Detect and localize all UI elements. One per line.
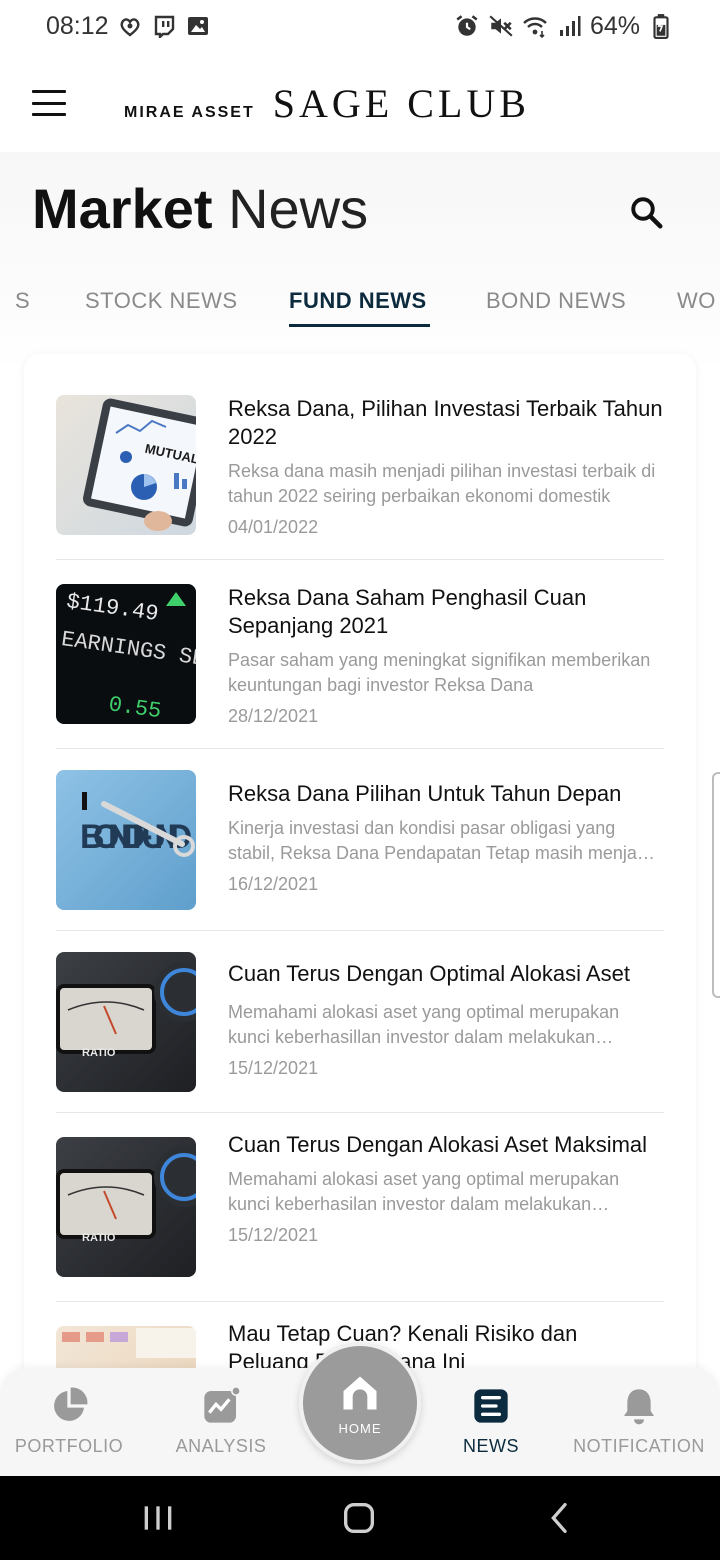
home-label: HOME [338,1420,382,1436]
active-tab-indicator [289,324,430,327]
thumb-text: EARNINGS SEASON [60,627,196,679]
nav-label: PORTFOLIO [14,1436,124,1456]
news-thumbnail: RATIO [56,1137,196,1277]
page-title-bold: Market [32,177,213,240]
news-thumbnail: MUTUAL FUNDS [56,395,196,535]
news-title: Reksa Dana Pilihan Untuk Tahun Depan [228,781,622,806]
nav-news[interactable]: NEWS [452,1386,530,1457]
search-icon[interactable] [628,194,664,230]
news-title: Reksa Dana, Pilihan Investasi Terbaik Ta… [228,396,663,449]
news-date: 15/12/2021 [228,1058,319,1078]
twitch-notification-icon [151,13,177,39]
news-item[interactable]: RATIO Cuan Terus Dengan Alokasi Aset Mak… [56,1132,664,1277]
news-thumbnail: BOND FUND [56,770,196,910]
page-title: Market News [32,176,368,241]
alarm-icon [454,13,480,39]
svg-text:0.55: 0.55 [107,692,163,724]
news-tabs: S STOCK NEWS FUND NEWS BOND NEWS WO [0,282,720,332]
menu-icon[interactable] [32,90,66,116]
battery-charging-icon [648,13,674,39]
wifi-icon [522,13,548,39]
home-icon [343,1376,377,1409]
tab-bond-news[interactable]: BOND NEWS [486,288,626,314]
news-summary: Memahami alokasi aset yang optimal merup… [228,1002,620,1047]
news-icon [471,1386,511,1426]
news-list-card: MUTUAL FUNDS Reksa Dana, Pilihan Investa… [24,354,696,1384]
battery-percent: 64% [589,11,640,40]
divider [56,1112,664,1113]
status-time: 08:12 [46,11,109,40]
nav-label: ANALYSIS [175,1436,267,1456]
analysis-chart-icon [201,1386,241,1426]
news-title: Cuan Terus Dengan Optimal Alokasi Aset [228,961,630,986]
news-text: Cuan Terus Dengan Alokasi Aset Maksimal … [228,1131,664,1246]
divider [56,559,664,560]
nav-label: NEWS [463,1436,519,1456]
brand-small: MIRAE ASSET [124,104,255,121]
news-date: 28/12/2021 [228,706,319,726]
status-right: 64% [454,12,674,41]
brand-logo: MIRAE ASSET SAGE CLUB [124,80,530,127]
signal-icon [556,13,582,39]
news-title: Reksa Dana Saham Penghasil Cuan Sepanjan… [228,585,587,638]
hearts-notification-icon [117,13,143,39]
news-item[interactable]: $119.49 EARNINGS SEASON 0.55 Reksa Dana … [56,584,664,727]
home-system-icon[interactable] [339,1498,379,1538]
news-item[interactable]: BOND FUND Reksa Dana Pilihan Untuk Tahun… [56,770,664,910]
scroll-indicator[interactable] [712,772,720,998]
divider [56,1301,664,1302]
news-text: Reksa Dana Pilihan Untuk Tahun Depan Kin… [228,780,664,895]
app-header: MIRAE ASSET SAGE CLUB [0,52,720,152]
thumb-number: $119.49 [65,589,160,627]
bell-icon [619,1386,659,1426]
news-thumbnail: RATIO [56,952,196,1092]
mute-icon [488,13,514,39]
thumb-text: RATIO [82,1047,116,1059]
news-date: 04/01/2022 [228,517,319,537]
nav-analysis[interactable]: ANALYSIS [170,1386,272,1457]
divider [56,748,664,749]
system-nav-bar [0,1476,720,1560]
news-summary: Pasar saham yang meningkat signifikan me… [228,650,651,695]
recent-apps-icon[interactable] [138,1498,178,1538]
news-title: Cuan Terus Dengan Alokasi Aset Maksimal [228,1132,648,1157]
divider [56,930,664,931]
gallery-notification-icon [185,13,211,39]
news-summary: Memahami alokasi aset yang optimal merup… [228,1169,620,1214]
tab-stock-news[interactable]: STOCK NEWS [85,288,238,314]
status-bar: 08:12 64% [0,0,720,52]
tab-fund-news[interactable]: FUND NEWS [289,288,427,314]
news-text: Cuan Terus Dengan Optimal Alokasi Aset M… [228,960,664,1079]
news-item[interactable]: MUTUAL FUNDS Reksa Dana, Pilihan Investa… [56,395,664,538]
news-date: 15/12/2021 [228,1225,319,1245]
news-summary: Kinerja investasi dan kondisi pasar obli… [228,818,651,863]
news-text: Reksa Dana, Pilihan Investasi Terbaik Ta… [228,395,664,538]
pie-chart-icon [49,1386,89,1426]
home-button[interactable]: HOME [299,1342,421,1464]
nav-label: NOTIFICATION [573,1436,705,1456]
tab-partial-right[interactable]: WO [677,288,716,314]
back-icon[interactable] [540,1498,580,1538]
nav-notification[interactable]: NOTIFICATION [573,1386,705,1457]
news-text: Reksa Dana Saham Penghasil Cuan Sepanjan… [228,584,664,727]
news-thumbnail: $119.49 EARNINGS SEASON 0.55 [56,584,196,724]
tab-partial-left[interactable]: S [15,288,30,314]
news-date: 16/12/2021 [228,874,319,894]
news-item[interactable]: RATIO Cuan Terus Dengan Optimal Alokasi … [56,952,664,1092]
news-summary: Reksa dana masih menjadi pilihan investa… [228,461,656,506]
status-left: 08:12 [46,12,211,41]
thumb-text: RATIO [82,1232,116,1244]
hero-area: Market News [0,152,720,372]
brand-large: SAGE CLUB [272,81,530,126]
page-title-light: News [228,177,369,240]
nav-portfolio[interactable]: PORTFOLIO [14,1386,124,1457]
